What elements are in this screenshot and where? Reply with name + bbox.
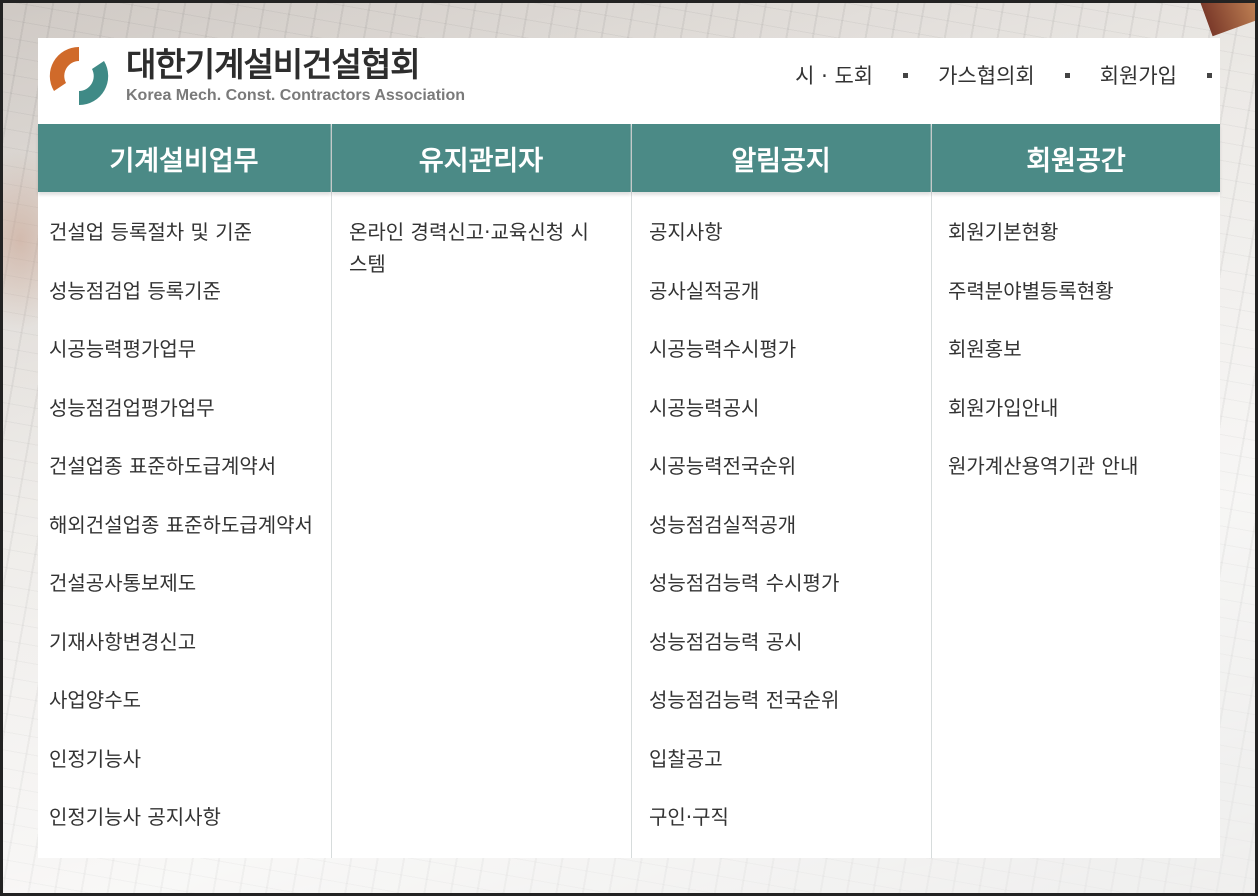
menu-item[interactable]: 입찰공고 [649,743,931,802]
menu-item[interactable]: 회원기본현황 [948,216,1220,275]
menu-item[interactable]: 구인·구직 [649,801,931,860]
menu-item[interactable]: 기재사항변경신고 [49,626,331,685]
topnav-regional[interactable]: 시 · 도회 [795,60,873,90]
menu-column-business: 기계설비업무 건설업 등록절차 및 기준 성능점검업 등록기준 시공능력평가업무… [38,124,332,858]
logo-text: 대한기계설비건설협회 Korea Mech. Const. Contractor… [126,47,465,105]
logo-title-en: Korea Mech. Const. Contractors Associati… [126,87,466,104]
separator-dot-icon [1207,72,1212,78]
menu-item[interactable]: 건설업종 표준하도급계약서 [49,450,331,509]
menu-item[interactable]: 회원가입안내 [948,392,1220,451]
menu-item[interactable]: 원가계산용역기관 안내 [948,450,1220,509]
menu-item[interactable]: 성능점검실적공개 [649,509,931,568]
menu-item[interactable]: 공사실적공개 [649,275,931,334]
logo-emblem-icon [46,43,112,109]
menu-item[interactable]: 건설업 등록절차 및 기준 [49,216,331,275]
menu-item[interactable]: 공지사항 [649,216,931,275]
logo-title-ko: 대한기계설비건설협회 [126,45,421,84]
menu-item[interactable]: 주력분야별등록현황 [948,275,1220,334]
background-pen [1198,0,1258,37]
topnav-join[interactable]: 회원가입 [1100,60,1177,90]
menu-item[interactable]: 시공능력평가업무 [49,333,331,392]
header: 대한기계설비건설협회 Korea Mech. Const. Contractor… [38,38,1220,124]
menu-heading-business[interactable]: 기계설비업무 [38,124,331,192]
site-logo[interactable]: 대한기계설비건설협회 Korea Mech. Const. Contractor… [46,43,465,109]
menu-item[interactable]: 성능점검능력 전국순위 [649,684,931,743]
menu-item[interactable]: 성능점검업 등록기준 [49,275,331,334]
menu-item[interactable]: 성능점검능력 공시 [649,626,931,685]
menu-columns: 기계설비업무 건설업 등록절차 및 기준 성능점검업 등록기준 시공능력평가업무… [38,124,1220,858]
menu-heading-notice[interactable]: 알림공지 [632,124,931,192]
menu-column-maintenance: 유지관리자 온라인 경력신고·교육신청 시스템 [332,124,632,858]
menu-item[interactable]: 시공능력전국순위 [649,450,931,509]
menu-item[interactable]: 시공능력수시평가 [649,333,931,392]
topnav-gas-council[interactable]: 가스협의회 [938,60,1035,90]
menu-list-maintenance: 온라인 경력신고·교육신청 시스템 [332,192,631,280]
menu-heading-members[interactable]: 회원공간 [932,124,1220,192]
mega-menu-panel: 대한기계설비건설협회 Korea Mech. Const. Contractor… [38,38,1220,858]
menu-item[interactable]: 건설공사통보제도 [49,567,331,626]
top-nav: 시 · 도회 가스협의회 회원가입 [795,60,1212,90]
menu-item[interactable]: 해외건설업종 표준하도급계약서 [49,509,331,568]
menu-item[interactable]: 인정기능사 공지사항 [49,801,331,860]
menu-list-notice: 공지사항 공사실적공개 시공능력수시평가 시공능력공시 시공능력전국순위 성능점… [632,192,931,860]
menu-column-notice: 알림공지 공지사항 공사실적공개 시공능력수시평가 시공능력공시 시공능력전국순… [632,124,932,858]
menu-column-members: 회원공간 회원기본현황 주력분야별등록현황 회원홍보 회원가입안내 원가계산용역… [932,124,1220,858]
menu-item[interactable]: 회원홍보 [948,333,1220,392]
menu-list-business: 건설업 등록절차 및 기준 성능점검업 등록기준 시공능력평가업무 성능점검업평… [38,192,331,860]
separator-dot-icon [903,72,909,78]
menu-item[interactable]: 온라인 경력신고·교육신청 시스템 [349,216,591,280]
menu-item[interactable]: 성능점검능력 수시평가 [649,567,931,626]
menu-item[interactable]: 사업양수도 [49,684,331,743]
menu-item[interactable]: 성능점검업평가업무 [49,392,331,451]
menu-list-members: 회원기본현황 주력분야별등록현황 회원홍보 회원가입안내 원가계산용역기관 안내 [932,192,1220,509]
menu-heading-maintenance[interactable]: 유지관리자 [332,124,631,192]
menu-item[interactable]: 시공능력공시 [649,392,931,451]
separator-dot-icon [1064,72,1070,78]
menu-item[interactable]: 인정기능사 [49,743,331,802]
